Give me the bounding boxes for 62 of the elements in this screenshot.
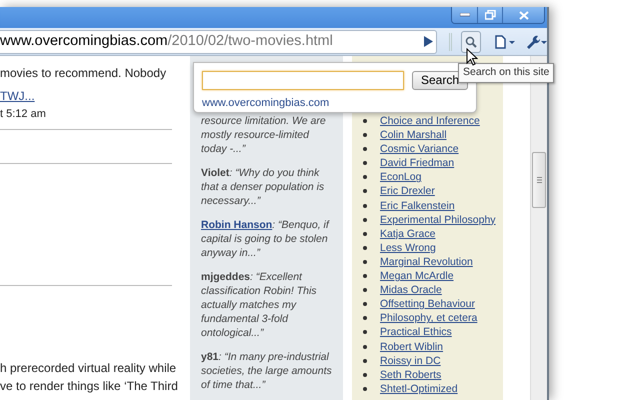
address-field[interactable]: www.overcomingbias.com/2010/02/two-movies.html	[0, 30, 438, 54]
comment-text: Robin Hanson: “Benquo, if capital is going to be stolen anyway in...”	[201, 218, 331, 260]
timestamp: t 5:12 am	[0, 107, 46, 122]
bullet-icon	[363, 204, 367, 208]
tooltip: Search on this site	[458, 63, 554, 83]
bullet-icon	[363, 147, 367, 152]
blogroll-link[interactable]: Less Wrong	[380, 240, 436, 255]
blogroll-link[interactable]: Robert Wiblin	[380, 340, 444, 354]
blogroll-link[interactable]: Philosophy, et cetera	[380, 311, 478, 326]
blogroll-link[interactable]: Midas Oracle	[380, 283, 442, 298]
bullet-icon	[363, 175, 367, 180]
minimize-icon[interactable]	[452, 7, 477, 23]
bullet-icon	[363, 246, 367, 250]
blogroll-link[interactable]: Megan McArdle	[380, 269, 454, 284]
body-text: ve to render things like ‘The Third	[0, 378, 178, 395]
blogroll-link[interactable]: Colin Marshall	[380, 128, 447, 142]
comment-link[interactable]: TWJ...	[0, 87, 35, 105]
comment-text: resource limitation. We are mostly resource-limited today -...”	[201, 114, 327, 156]
blogroll-link[interactable]: Practical Ethics	[380, 325, 452, 340]
blogroll-link[interactable]: Experimental Philosophy	[380, 212, 496, 227]
blogroll-link[interactable]: Shtetl-Optimized	[380, 382, 458, 396]
blogroll-link[interactable]: David Friedman	[380, 156, 454, 170]
blogroll-link[interactable]: Offsetting Behaviour	[380, 297, 475, 312]
blogroll-link[interactable]: Cosmic Variance	[380, 142, 459, 156]
bullet-icon	[363, 232, 367, 236]
blogroll-link[interactable]: Seth Roberts	[380, 368, 442, 382]
blogroll-link[interactable]: Katja Grace	[380, 226, 436, 241]
site-link[interactable]: www.overcomingbias.com	[202, 95, 330, 112]
bullet-icon	[363, 119, 367, 123]
blogroll-link[interactable]: Choice and Inference	[380, 114, 480, 128]
blogroll-link[interactable]: Marginal Revolution	[380, 254, 473, 270]
comment-text: mjgeddes: “Excellent classification Robin! This actually matches my fundamental 3-fold ontological...”	[201, 270, 318, 340]
search-icon[interactable]	[461, 30, 481, 52]
scrollbar[interactable]	[530, 56, 547, 400]
bullet-icon	[363, 302, 367, 306]
bullet-icon	[363, 358, 367, 363]
bullet-icon	[363, 260, 367, 264]
bullet-icon	[363, 288, 367, 292]
bullet-icon	[363, 274, 367, 278]
bullet-icon	[363, 344, 367, 348]
bullet-icon	[363, 218, 367, 222]
bullet-icon	[363, 133, 367, 138]
comment-text: y81: “In many pre-industrial societies, the large amounts of time that...”	[201, 350, 333, 392]
bullet-icon	[363, 189, 367, 194]
bullet-icon	[363, 161, 367, 166]
blogroll-link[interactable]: Roissy in DC	[380, 354, 441, 368]
body-text: movies to recommend. Nobody	[0, 65, 166, 82]
scrollbar-thumb[interactable]	[532, 152, 546, 208]
search-field[interactable]	[202, 71, 404, 90]
bullet-icon	[363, 330, 367, 334]
url-text: www.overcomingbias.com/2010/02/two-movies.html	[0, 32, 333, 51]
bullet-icon	[363, 316, 367, 320]
blogroll-link[interactable]: EconLog	[380, 170, 422, 184]
bullet-icon	[363, 386, 367, 391]
blogroll-link[interactable]: Eric Falkenstein	[380, 198, 455, 213]
body-text: h prerecorded virtual reality while	[0, 360, 176, 377]
bullet-icon	[363, 372, 367, 377]
author-link[interactable]: Robin Hanson	[201, 219, 272, 231]
close-icon[interactable]	[502, 7, 544, 23]
maximize-icon[interactable]	[477, 7, 502, 23]
blogroll-link[interactable]: Eric Drexler	[380, 184, 435, 199]
comment-text: Violet: “Why do you think that a denser population is necessary...”	[201, 166, 326, 208]
